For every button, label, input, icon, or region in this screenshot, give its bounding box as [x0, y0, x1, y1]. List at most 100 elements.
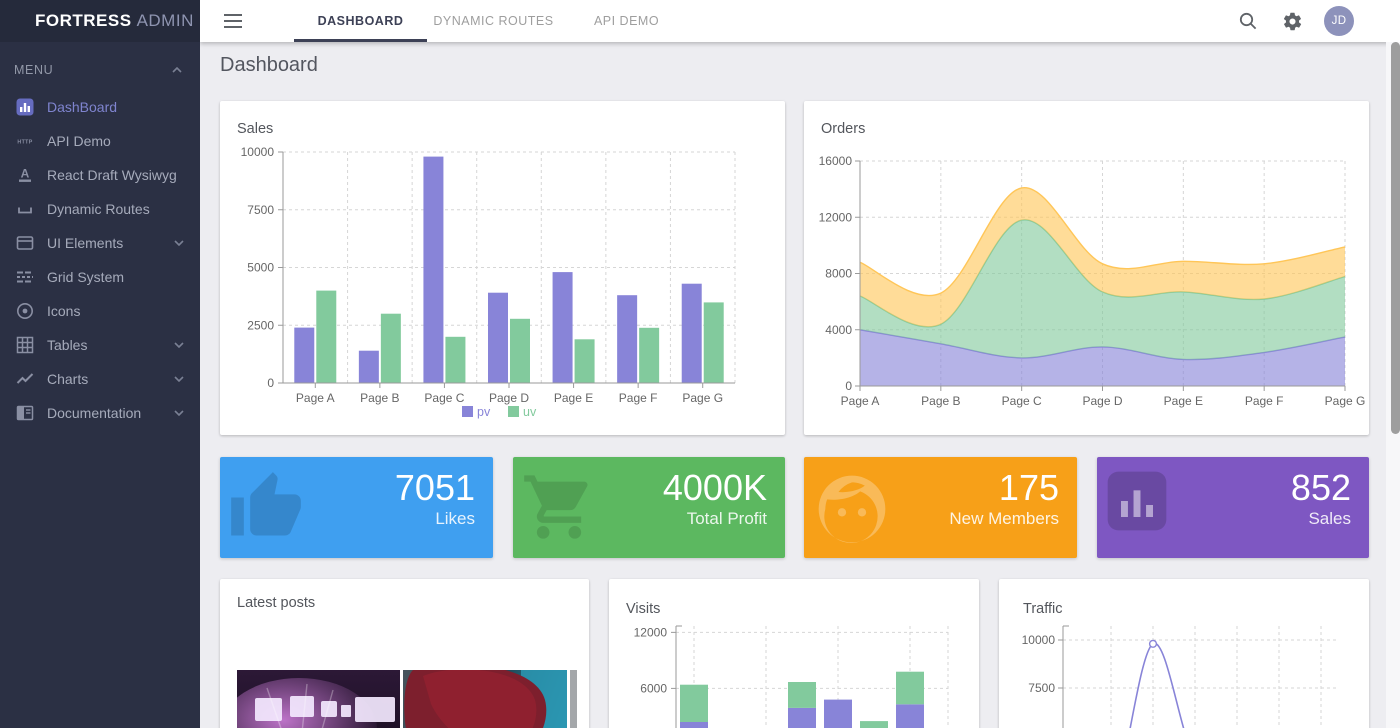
svg-text:4000: 4000 [825, 323, 852, 337]
sidebar-item-charts[interactable]: Charts [0, 362, 200, 396]
latest-posts-card: Latest posts [220, 579, 589, 728]
sidebar-item-label: Charts [47, 371, 174, 387]
chevron-up-icon [172, 67, 182, 73]
tab-api-demo[interactable]: API DEMO [560, 0, 693, 42]
sidebar-item-label: Dynamic Routes [47, 201, 184, 217]
svg-text:6000: 6000 [640, 681, 667, 695]
sidebar-item-dashboard[interactable]: DashBoard [0, 90, 200, 124]
charts-icon [16, 370, 34, 388]
chevron-down-icon [174, 410, 184, 416]
svg-text:Page B: Page B [360, 391, 399, 405]
post-image-balloon[interactable] [403, 670, 567, 728]
top-actions: JD [1236, 0, 1354, 42]
icons-icon [16, 302, 34, 320]
sidebar-menu-list: DashBoard HTTPAPI DemoAReact Draft Wysiwy… [0, 90, 200, 430]
svg-text:Page A: Page A [841, 394, 880, 408]
sidebar-item-documentation[interactable]: Documentation [0, 396, 200, 430]
avatar[interactable]: JD [1324, 6, 1354, 36]
sidebar-item-react-draft-wysiwyg[interactable]: AReact Draft Wysiwyg [0, 158, 200, 192]
sidebar-item-ui-elements[interactable]: UI Elements [0, 226, 200, 260]
svg-text:Page A: Page A [296, 391, 335, 405]
sidebar-item-tables[interactable]: Tables [0, 328, 200, 362]
svg-text:Page D: Page D [489, 391, 529, 405]
stat-value: 852 [1291, 467, 1351, 509]
stat-value: 175 [999, 467, 1059, 509]
brand-name-light: ADMIN [137, 11, 194, 31]
nav-tabs: DASHBOARDDYNAMIC ROUTESAPI DEMO [294, 0, 693, 42]
stat-card-new-members: 175New Members [804, 457, 1077, 558]
page-title: Dashboard [220, 54, 318, 77]
tab-dashboard[interactable]: DASHBOARD [294, 0, 427, 42]
orders-area-chart: 0400080001200016000Page APage BPage CPag… [804, 101, 1369, 435]
stat-value: 4000K [663, 467, 767, 509]
tab-dynamic-routes[interactable]: DYNAMIC ROUTES [427, 0, 560, 42]
brand-name-bold: FORTRESS [35, 11, 132, 31]
chevron-down-icon [174, 376, 184, 382]
svg-text:Page D: Page D [1082, 394, 1122, 408]
stat-label: Sales [1308, 509, 1351, 529]
svg-text:7500: 7500 [1028, 681, 1055, 695]
svg-text:Page E: Page E [554, 391, 593, 405]
sales-bar-chart: Page APage BPage CPage DPage EPage FPage… [220, 135, 785, 435]
http-icon: HTTP [16, 132, 34, 150]
stat-card-sales: 852Sales [1097, 457, 1369, 558]
tables-icon [16, 336, 34, 354]
thumb-up-icon [228, 469, 304, 550]
svg-text:Page G: Page G [1325, 394, 1366, 408]
svg-text:Page E: Page E [1164, 394, 1203, 408]
sidebar: FORTRESS ADMIN MENU DashBoard HTTPAPI Dem… [0, 0, 200, 728]
traffic-line-chart: 7500 10000 [999, 579, 1369, 728]
stat-card-likes: 7051Likes [220, 457, 493, 558]
svg-text:Page F: Page F [619, 391, 658, 405]
sidebar-item-dynamic-routes[interactable]: Dynamic Routes [0, 192, 200, 226]
svg-text:10000: 10000 [1022, 633, 1056, 647]
svg-text:5000: 5000 [247, 261, 274, 275]
menu-icon[interactable] [221, 9, 245, 33]
routes-icon [16, 200, 34, 218]
top-app-bar: DASHBOARDDYNAMIC ROUTESAPI DEMO JD [200, 0, 1400, 42]
svg-text:0: 0 [267, 376, 274, 390]
svg-text:Page G: Page G [682, 391, 723, 405]
svg-text:pv: pv [477, 405, 491, 419]
sidebar-item-icons[interactable]: Icons [0, 294, 200, 328]
svg-text:7500: 7500 [247, 203, 274, 217]
wysiwyg-icon: A [16, 166, 34, 184]
bar-chart-icon [1105, 469, 1169, 538]
sidebar-section-label: MENU [14, 63, 53, 77]
gear-icon[interactable] [1280, 9, 1304, 33]
vertical-scrollbar [1386, 42, 1400, 728]
stat-label: Total Profit [687, 509, 767, 529]
sidebar-item-grid-system[interactable]: Grid System [0, 260, 200, 294]
svg-text:A: A [21, 167, 30, 181]
search-icon[interactable] [1236, 9, 1260, 33]
sidebar-item-label: DashBoard [47, 99, 184, 115]
svg-text:16000: 16000 [819, 154, 853, 168]
sidebar-item-label: UI Elements [47, 235, 174, 251]
svg-text:Page F: Page F [1245, 394, 1284, 408]
dashboard-icon [16, 98, 34, 116]
grid-system-icon [16, 268, 34, 286]
posts-image-strip [237, 670, 577, 728]
brand-logo: FORTRESS ADMIN [0, 0, 200, 42]
sidebar-item-api-demo[interactable]: HTTPAPI Demo [0, 124, 200, 158]
cart-icon [521, 469, 597, 550]
sidebar-item-label: Grid System [47, 269, 184, 285]
svg-text:0: 0 [845, 379, 852, 393]
post-image-concert[interactable] [237, 670, 400, 728]
svg-text:12000: 12000 [634, 625, 668, 639]
chevron-down-icon [174, 342, 184, 348]
visits-chart-card: Visits 600012000 [609, 579, 979, 728]
documentation-icon [16, 404, 34, 422]
posts-card-title: Latest posts [237, 595, 315, 611]
sidebar-item-label: Tables [47, 337, 174, 353]
sales-chart-card: Sales Page APage BPage CPage DPage EPage… [220, 101, 785, 435]
traffic-chart-card: Traffic 750010000 [999, 579, 1369, 728]
stat-value: 7051 [395, 467, 475, 509]
svg-text:HTTP: HTTP [17, 139, 32, 145]
sidebar-section-menu[interactable]: MENU [0, 50, 200, 90]
sidebar-item-label: Documentation [47, 405, 174, 421]
stat-card-total-profit: 4000KTotal Profit [513, 457, 785, 558]
visits-bar-chart: 6000 12000 [609, 579, 979, 728]
scrollbar-thumb[interactable] [1391, 42, 1400, 434]
orders-chart-card: Orders 0400080001200016000Page APage BPa… [804, 101, 1369, 435]
